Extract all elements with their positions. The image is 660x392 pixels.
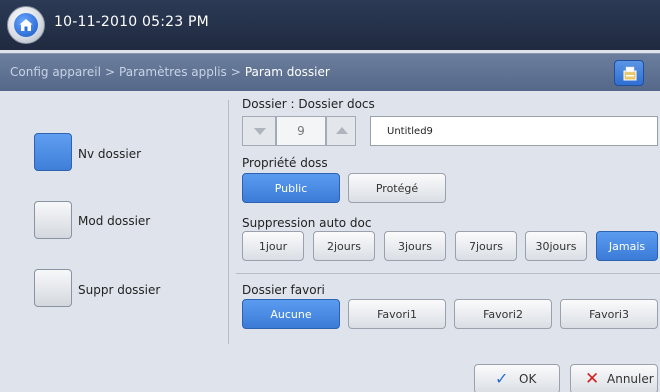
auto-delete-jamais-button[interactable]: Jamais	[596, 231, 658, 261]
breadcrumb-bar: Config appareil > Paramètres applis > Param …	[0, 53, 660, 91]
option-label-suppr-dossier: Suppr dossier	[78, 283, 161, 297]
favorite-favori1-button[interactable]: Favori1	[348, 299, 446, 329]
favorite-favori3-button[interactable]: Favori3	[560, 299, 658, 329]
datetime: 10-11-2010 05:23 PM	[54, 14, 209, 30]
folder-label: Dossier : Dossier docs	[242, 97, 375, 111]
auto-delete-1jour-button[interactable]: 1jour	[242, 231, 304, 261]
cancel-button[interactable]: ✕ Annuler	[570, 364, 658, 392]
favorite-aucune-button[interactable]: Aucune	[242, 299, 340, 329]
folder-number: 9	[276, 116, 326, 146]
favorite-label: Dossier favori	[242, 283, 325, 297]
auto-delete-label: Suppression auto doc	[242, 216, 372, 230]
action-bar	[0, 351, 660, 392]
property-protege-button[interactable]: Protégé	[348, 173, 446, 203]
home-icon	[14, 13, 38, 37]
status-bar: 10-11-2010 05:23 PM	[0, 0, 660, 50]
breadcrumb-separator: >	[230, 65, 241, 79]
auto-delete-7jours-button[interactable]: 7jours	[455, 231, 517, 261]
home-button[interactable]	[7, 6, 45, 44]
job-queue-button[interactable]	[614, 60, 644, 86]
stepper-down-button[interactable]	[242, 116, 276, 146]
ok-button[interactable]: ✓ OK	[474, 364, 560, 392]
auto-delete-3jours-button[interactable]: 3jours	[384, 231, 446, 261]
option-suppr-dossier[interactable]	[34, 269, 72, 307]
auto-delete-2jours-button[interactable]: 2jours	[313, 231, 375, 261]
breadcrumb-separator: >	[104, 65, 116, 79]
checkmark-icon: ✓	[495, 369, 509, 388]
breadcrumb-item-parametres-applis[interactable]: Paramètres applis	[119, 65, 227, 79]
triangle-down-icon	[254, 128, 266, 135]
x-icon: ✕	[585, 369, 600, 389]
favorite-favori2-button[interactable]: Favori2	[454, 299, 552, 329]
breadcrumb-item-current: Param dossier	[244, 65, 330, 79]
triangle-up-icon	[336, 127, 348, 134]
property-public-button[interactable]: Public	[242, 173, 340, 203]
breadcrumb: Config appareil > Paramètres applis > Param …	[10, 65, 330, 79]
option-nv-dossier[interactable]	[34, 133, 72, 171]
folder-name-field[interactable]: Untitled9	[370, 116, 658, 146]
auto-delete-30jours-button[interactable]: 30jours	[525, 231, 587, 261]
option-mod-dossier[interactable]	[34, 201, 72, 239]
property-label: Propriété doss	[242, 156, 328, 170]
option-label-mod-dossier: Mod dossier	[78, 214, 151, 228]
stepper-up-button[interactable]	[326, 116, 356, 146]
job-queue-icon	[623, 66, 637, 81]
pane-divider	[228, 100, 229, 344]
option-label-nv-dossier: Nv dossier	[78, 147, 142, 161]
cancel-label: Annuler	[607, 372, 654, 386]
section-divider	[236, 273, 660, 274]
ok-label: OK	[519, 372, 537, 386]
breadcrumb-item-config-appareil[interactable]: Config appareil	[10, 65, 101, 79]
